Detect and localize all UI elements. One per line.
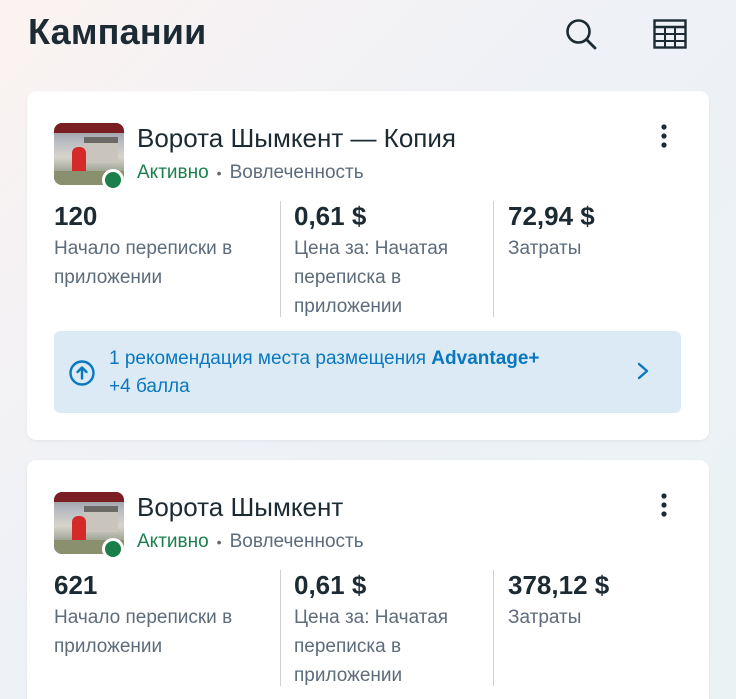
metric-label: Начало переписки в приложении [54, 607, 233, 657]
objective-label: Вовлеченность [229, 531, 364, 552]
metric-value: 621 [54, 570, 98, 600]
recommendation-banner[interactable]: 1 рекомендация места размещения Advantag… [54, 331, 681, 413]
table-icon[interactable] [650, 14, 690, 54]
metric-label: Цена за: Начатая переписка в приложении [294, 607, 449, 686]
campaign-name[interactable]: Ворота Шымкент [137, 492, 343, 523]
metric-conversations: 120 Начало переписки в приложении [54, 201, 254, 319]
metric-spend: 378,12 $ Затраты [508, 570, 688, 688]
separator-dot: • [216, 165, 222, 181]
metric-spend: 72,94 $ Затраты [508, 201, 688, 319]
metric-label: Цена за: Начатая переписка в приложении [294, 238, 449, 317]
recommendation-line1: 1 рекомендация места размещения [109, 348, 432, 369]
recommendation-score: +4 балла [109, 376, 190, 397]
campaign-card[interactable]: Ворота Шымкент Активно • Вовлеченность 6… [27, 460, 709, 699]
campaign-subtitle: Активно • Вовлеченность [137, 531, 364, 553]
status-label: Активно [137, 162, 209, 183]
metric-label: Затраты [508, 607, 582, 628]
divider [280, 570, 281, 686]
objective-label: Вовлеченность [229, 162, 364, 183]
chevron-right-icon [637, 362, 649, 380]
campaign-thumbnail [54, 123, 124, 191]
divider [493, 570, 494, 686]
metric-label: Затраты [508, 238, 582, 259]
campaign-name[interactable]: Ворота Шымкент — Копия [137, 123, 456, 154]
active-status-dot [102, 538, 124, 560]
recommendation-advantage: Advantage+ [431, 348, 540, 369]
campaign-card[interactable]: Ворота Шымкент — Копия Активно • Вовлече… [27, 91, 709, 440]
metric-value: 72,94 $ [508, 201, 595, 231]
recommendation-text: 1 рекомендация места размещения Advantag… [109, 345, 540, 401]
metric-label: Начало переписки в приложении [54, 238, 233, 288]
metric-cost-per-result: 0,61 $ Цена за: Начатая переписка в прил… [294, 201, 474, 319]
metric-value: 0,61 $ [294, 201, 367, 231]
separator-dot: • [216, 534, 222, 550]
campaign-thumbnail [54, 492, 124, 560]
divider [280, 201, 281, 317]
metrics-row: 621 Начало переписки в приложении 0,61 $… [54, 570, 684, 688]
header: Кампании [0, 0, 736, 70]
status-label: Активно [137, 531, 209, 552]
metrics-row: 120 Начало переписки в приложении 0,61 $… [54, 201, 684, 319]
more-options-icon[interactable] [649, 121, 679, 151]
metric-value: 378,12 $ [508, 570, 610, 600]
metric-cost-per-result: 0,61 $ Цена за: Начатая переписка в прил… [294, 570, 474, 688]
search-icon[interactable] [561, 14, 601, 54]
metric-conversations: 621 Начало переписки в приложении [54, 570, 254, 688]
more-options-icon[interactable] [649, 490, 679, 520]
metric-value: 0,61 $ [294, 570, 367, 600]
divider [493, 201, 494, 317]
metric-value: 120 [54, 201, 98, 231]
active-status-dot [102, 169, 124, 191]
page-title: Кампании [28, 11, 207, 52]
campaign-subtitle: Активно • Вовлеченность [137, 162, 364, 184]
arrow-up-circle-icon [69, 360, 95, 386]
